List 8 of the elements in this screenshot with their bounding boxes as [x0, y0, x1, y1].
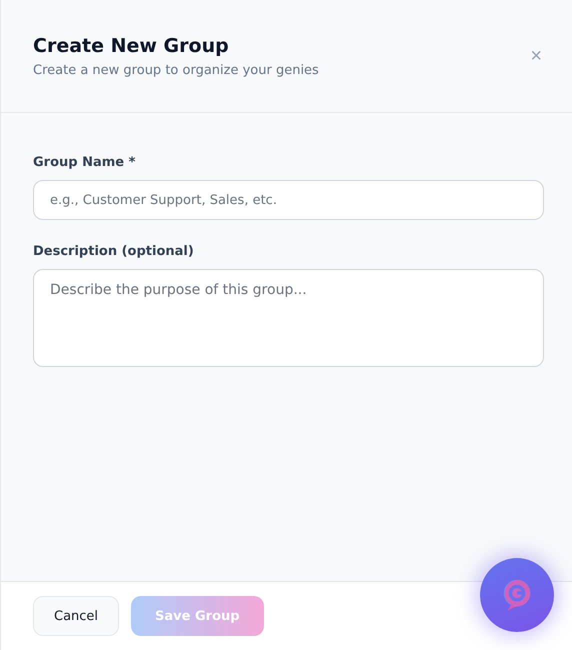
cancel-button[interactable]: Cancel	[33, 596, 120, 636]
field-label: Group Name *	[33, 155, 136, 170]
field-label: Description (optional)	[33, 244, 195, 259]
close-button[interactable]: ×	[528, 46, 544, 66]
textarea-field[interactable]: Describe the purpose of this group...	[33, 269, 544, 367]
dialog-title: Create New Group	[33, 34, 230, 56]
dialog-subtitle: Create a new group to organize your genies	[33, 62, 319, 78]
input-field[interactable]: e.g., Customer Support, Sales, etc.	[33, 180, 544, 220]
